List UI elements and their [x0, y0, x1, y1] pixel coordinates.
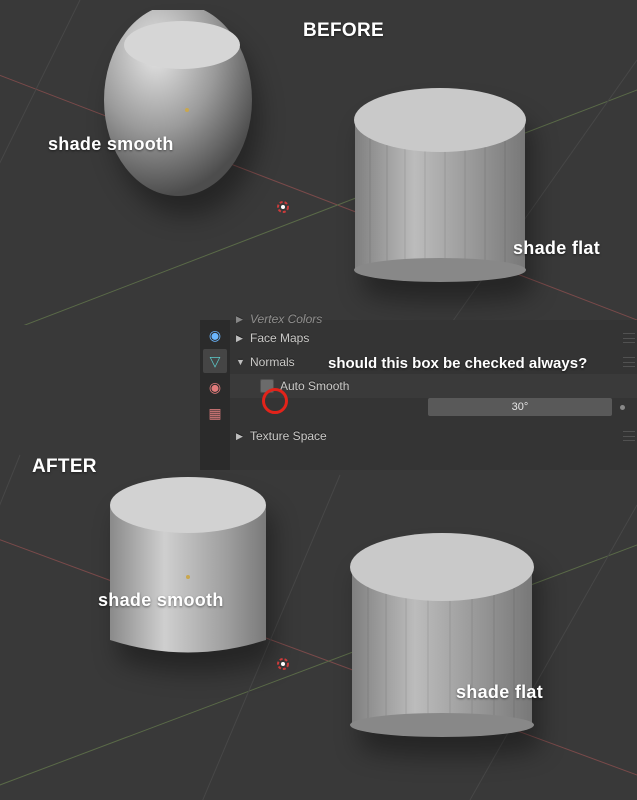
- cylinder-smooth-icon: [100, 10, 260, 210]
- panel-row-facemaps[interactable]: ▶ Face Maps: [230, 326, 637, 350]
- panel-label: Vertex Colors: [250, 312, 322, 326]
- tab-render[interactable]: ◉: [203, 323, 227, 347]
- cylinder-flat-icon: [340, 525, 550, 755]
- auto-smooth-checkbox[interactable]: [260, 379, 274, 393]
- drag-handle-icon[interactable]: [623, 333, 635, 343]
- tab-material[interactable]: ◉: [203, 375, 227, 399]
- label-flat-before: shade flat: [513, 238, 600, 259]
- angle-value: 30°: [512, 401, 529, 413]
- object-smooth-before[interactable]: [100, 10, 260, 215]
- panel-row-texspace[interactable]: ▶ Texture Space: [230, 424, 637, 448]
- object-flat-after[interactable]: [340, 525, 550, 760]
- world-origin-icon: [274, 655, 292, 673]
- auto-smooth-label: Auto Smooth: [280, 379, 349, 393]
- tab-texture[interactable]: ▦: [203, 401, 227, 425]
- annotation-question: should this box be checked always?: [328, 355, 587, 372]
- label-after: AFTER: [32, 456, 97, 478]
- cylinder-smooth-icon: [98, 465, 278, 675]
- properties-tab-column: ◉ ▽ ◉ ▦: [200, 320, 230, 470]
- auto-smooth-row: Auto Smooth: [230, 374, 637, 398]
- object-smooth-after[interactable]: [98, 465, 278, 680]
- tab-data[interactable]: ▽: [203, 349, 227, 373]
- drag-handle-icon[interactable]: [623, 431, 635, 441]
- drag-handle-icon[interactable]: [623, 357, 635, 367]
- world-origin-icon: [274, 198, 292, 216]
- cylinder-flat-icon: [345, 80, 545, 300]
- panel-label: Face Maps: [250, 331, 309, 345]
- label-before: BEFORE: [303, 20, 384, 42]
- panel-label: Texture Space: [250, 429, 327, 443]
- label-flat-after: shade flat: [456, 682, 543, 703]
- angle-slider[interactable]: 30°: [428, 398, 612, 416]
- label-smooth-before: shade smooth: [48, 134, 174, 155]
- panel-body: ▶ Vertex Colors ▶ Face Maps ▼ Normals Au…: [230, 320, 637, 470]
- viewport-before[interactable]: [0, 0, 637, 325]
- object-flat-before[interactable]: [345, 80, 545, 305]
- label-smooth-after: shade smooth: [98, 590, 224, 611]
- panel-label: Normals: [250, 355, 295, 369]
- panel-row-vertexcolors[interactable]: ▶ Vertex Colors: [230, 312, 637, 326]
- properties-panel: ◉ ▽ ◉ ▦ ▶ Vertex Colors ▶ Face Maps ▼ No…: [200, 320, 637, 470]
- keyframe-dot-icon[interactable]: [620, 405, 625, 410]
